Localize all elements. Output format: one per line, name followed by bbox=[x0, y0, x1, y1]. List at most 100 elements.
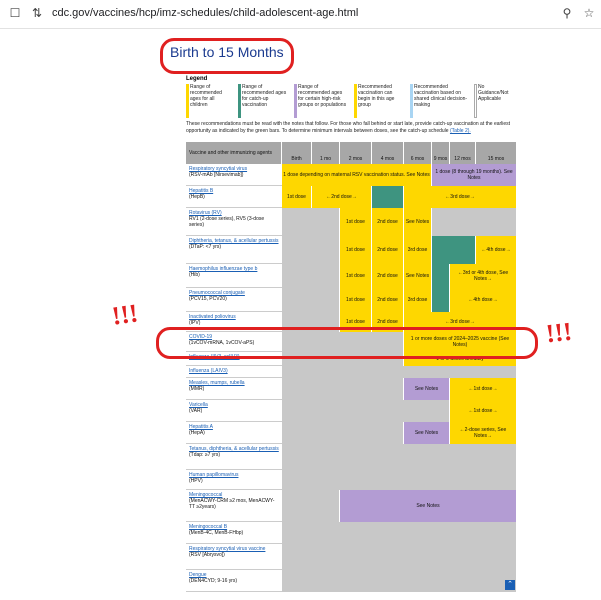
table-row: Rotavirus (RV) RV1 (2-dose series), RV5 (… bbox=[186, 208, 517, 237]
vaccine-name: Influenza (LAIV3) bbox=[186, 366, 282, 378]
table-row: Diphtheria, tetanus, & acellular pertuss… bbox=[186, 236, 517, 265]
browser-toolbar: ☐ ⇅ cdc.gov/vaccines/hcp/imz-schedules/c… bbox=[0, 0, 601, 29]
dose-cell: See Notes bbox=[340, 490, 517, 522]
vaccine-name: Rotavirus (RV) RV1 (2-dose series), RV5 (… bbox=[186, 208, 282, 236]
vaccine-name: Measles, mumps, rubella (MMR) bbox=[186, 378, 282, 400]
site-settings-icon[interactable]: ⇅ bbox=[30, 6, 44, 20]
header-9mos: 9 mos bbox=[432, 142, 450, 164]
table-row: Hepatitis A (HepA) See Notes ←2-dose seri… bbox=[186, 422, 517, 445]
scroll-to-top-icon[interactable]: ⌃ bbox=[505, 580, 515, 590]
dose-cell: ←4th dose→ bbox=[450, 288, 517, 312]
legend-item: Range of recommended ages for catch-up v… bbox=[238, 84, 288, 118]
exclamation-annotation-right: !!! bbox=[544, 316, 574, 349]
dose-cell: 1st dose bbox=[340, 264, 372, 288]
dose-cell: ←1st dose→ bbox=[450, 400, 517, 422]
vaccine-sub: (RSV-mAb [Nirsevimab]) bbox=[189, 172, 244, 178]
legend-label: Range of recommended ages for all childr… bbox=[190, 84, 222, 108]
dose-cell: 1st dose bbox=[340, 208, 372, 236]
catch-up-cell bbox=[432, 236, 476, 264]
dose-cell: ←1st dose→ bbox=[450, 378, 517, 400]
vaccine-sub: (PCV15, PCV20) bbox=[189, 296, 227, 302]
legend-label: Range of recommended ages for certain hi… bbox=[298, 84, 347, 108]
vaccine-sub: (VAR) bbox=[189, 408, 203, 414]
dose-cell: 1st dose bbox=[282, 186, 312, 208]
empty-cell bbox=[282, 236, 340, 264]
vaccine-sub: (Tdap: ≥7 yrs) bbox=[189, 452, 221, 458]
empty-cell bbox=[282, 522, 517, 544]
empty-cell bbox=[282, 422, 404, 444]
dose-cell: ←2nd dose→ bbox=[312, 186, 372, 208]
catch-up-cell bbox=[432, 288, 450, 312]
legend-item: No Guidance/Not Applicable bbox=[474, 84, 516, 118]
header-vaccine: Vaccine and other immunizing agents bbox=[186, 142, 282, 164]
empty-cell bbox=[282, 570, 517, 592]
table-row: Dengue (DEN4CYD; 9-16 yrs) bbox=[186, 570, 517, 593]
dose-cell: ←3rd dose→ bbox=[404, 186, 517, 208]
empty-cell bbox=[282, 366, 517, 378]
dose-cell: 1st dose bbox=[340, 288, 372, 312]
table-row: Hepatitis B (HepB) 1st dose ←2nd dose→ ←3… bbox=[186, 186, 517, 209]
vaccine-sub: (MenB-4C, MenB-FHbp) bbox=[189, 530, 244, 536]
page-title: Birth to 15 Months bbox=[170, 44, 284, 60]
bookmark-icon[interactable]: ☐ bbox=[8, 6, 22, 20]
dose-cell: 1st dose bbox=[340, 236, 372, 264]
vaccine-name: Meningococcal (MenACWY-CRM ≥2 mos, MenACW… bbox=[186, 490, 282, 522]
empty-cell bbox=[282, 544, 517, 570]
vaccine-sub: RV1 (2-dose series), RV5 (3-dose series) bbox=[189, 216, 265, 228]
header-15mos: 15 mos bbox=[476, 142, 517, 164]
vaccine-name: Respiratory syncytial virus vaccine (RSV … bbox=[186, 544, 282, 570]
address-bar[interactable]: cdc.gov/vaccines/hcp/imz-schedules/child… bbox=[52, 7, 358, 19]
header-2mos: 2 mos bbox=[340, 142, 372, 164]
vaccine-name: Dengue (DEN4CYD; 9-16 yrs) bbox=[186, 570, 282, 592]
catch-up-table-link[interactable]: (Table 2). bbox=[450, 128, 471, 134]
header-12mos: 12 mos bbox=[450, 142, 476, 164]
catch-up-cell bbox=[372, 186, 404, 208]
dose-cell: See Notes bbox=[404, 264, 432, 288]
legend-label: Recommended vaccination can begin in thi… bbox=[358, 84, 395, 108]
table-row: Meningococcal (MenACWY-CRM ≥2 mos, MenACW… bbox=[186, 490, 517, 523]
legend-label: Recommended vaccination based on shared … bbox=[414, 84, 468, 108]
empty-cell bbox=[282, 378, 404, 400]
dose-cell: 1 dose (8 through 19 months). See Notes bbox=[432, 164, 517, 186]
table-row: Respiratory syncytial virus vaccine (RSV … bbox=[186, 544, 517, 571]
dose-cell: 2nd dose bbox=[372, 264, 404, 288]
vaccine-name: Tetanus, diphtheria, & acellular pertuss… bbox=[186, 444, 282, 470]
vaccine-sub: (HepB) bbox=[189, 194, 205, 200]
table-row: Pneumococcal conjugate (PCV15, PCV20) 1st… bbox=[186, 288, 517, 313]
dose-cell: 3rd dose bbox=[404, 236, 432, 264]
dose-cell: 3rd dose bbox=[404, 288, 432, 312]
table-row: Varicella (VAR) ←1st dose→ bbox=[186, 400, 517, 423]
vaccine-name: Hepatitis B (HepB) bbox=[186, 186, 282, 208]
empty-cell bbox=[282, 208, 340, 236]
dose-cell: ←3rd or 4th dose, See Notes→ bbox=[450, 264, 517, 288]
header-1mo: 1 mo bbox=[312, 142, 340, 164]
table-row: Measles, mumps, rubella (MMR) See Notes ←… bbox=[186, 378, 517, 401]
exclamation-annotation-left: !!! bbox=[110, 298, 140, 331]
table-row: Respiratory syncytial virus (RSV-mAb [Nir… bbox=[186, 164, 517, 187]
vaccine-name: Diphtheria, tetanus, & acellular pertuss… bbox=[186, 236, 282, 264]
dose-cell: See Notes bbox=[404, 208, 432, 236]
covid-highlight-ring bbox=[156, 327, 538, 359]
vaccine-sub: (HPV) bbox=[189, 478, 203, 484]
vaccine-name: Respiratory syncytial virus (RSV-mAb [Nir… bbox=[186, 164, 282, 186]
header-birth: Birth bbox=[282, 142, 312, 164]
legend-title: Legend bbox=[186, 76, 208, 82]
empty-cell bbox=[282, 444, 517, 470]
vaccine-name: Varicella (VAR) bbox=[186, 400, 282, 422]
legend-item: Recommended vaccination based on shared … bbox=[410, 84, 470, 118]
dose-cell: ←2-dose series, See Notes→ bbox=[450, 422, 517, 444]
empty-cell bbox=[282, 470, 517, 490]
catch-up-cell bbox=[432, 264, 450, 288]
vaccine-link[interactable]: Influenza (LAIV3) bbox=[189, 368, 228, 374]
dose-cell: 2nd dose bbox=[372, 208, 404, 236]
legend-item: Recommended vaccination can begin in thi… bbox=[354, 84, 406, 118]
star-icon[interactable]: ☆ bbox=[582, 6, 596, 20]
dose-cell: ←4th dose→ bbox=[476, 236, 517, 264]
zoom-icon[interactable]: ⚲ bbox=[560, 6, 574, 20]
dose-cell: 1 dose depending on maternal RSV vaccina… bbox=[282, 164, 432, 186]
empty-cell bbox=[282, 288, 340, 312]
legend-item: Range of recommended ages for certain hi… bbox=[294, 84, 349, 118]
empty-cell bbox=[282, 490, 340, 522]
empty-cell bbox=[432, 208, 517, 236]
empty-cell bbox=[282, 264, 340, 288]
